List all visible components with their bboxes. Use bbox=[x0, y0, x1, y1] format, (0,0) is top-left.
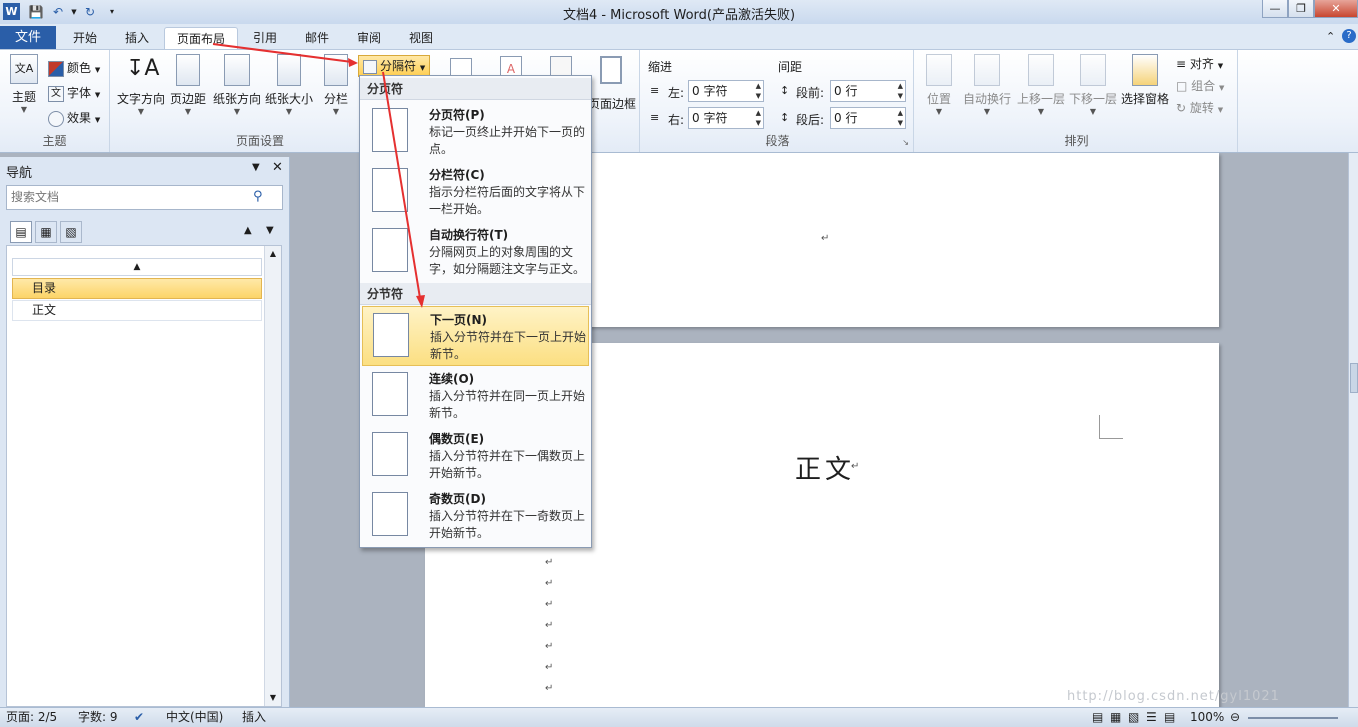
annotation-arrowhead bbox=[416, 295, 425, 308]
annotation-arrow-line bbox=[212, 43, 353, 63]
annotation-arrowhead bbox=[348, 58, 358, 67]
annotation-arrow-line bbox=[382, 71, 421, 299]
annotation-arrows bbox=[212, 43, 425, 308]
